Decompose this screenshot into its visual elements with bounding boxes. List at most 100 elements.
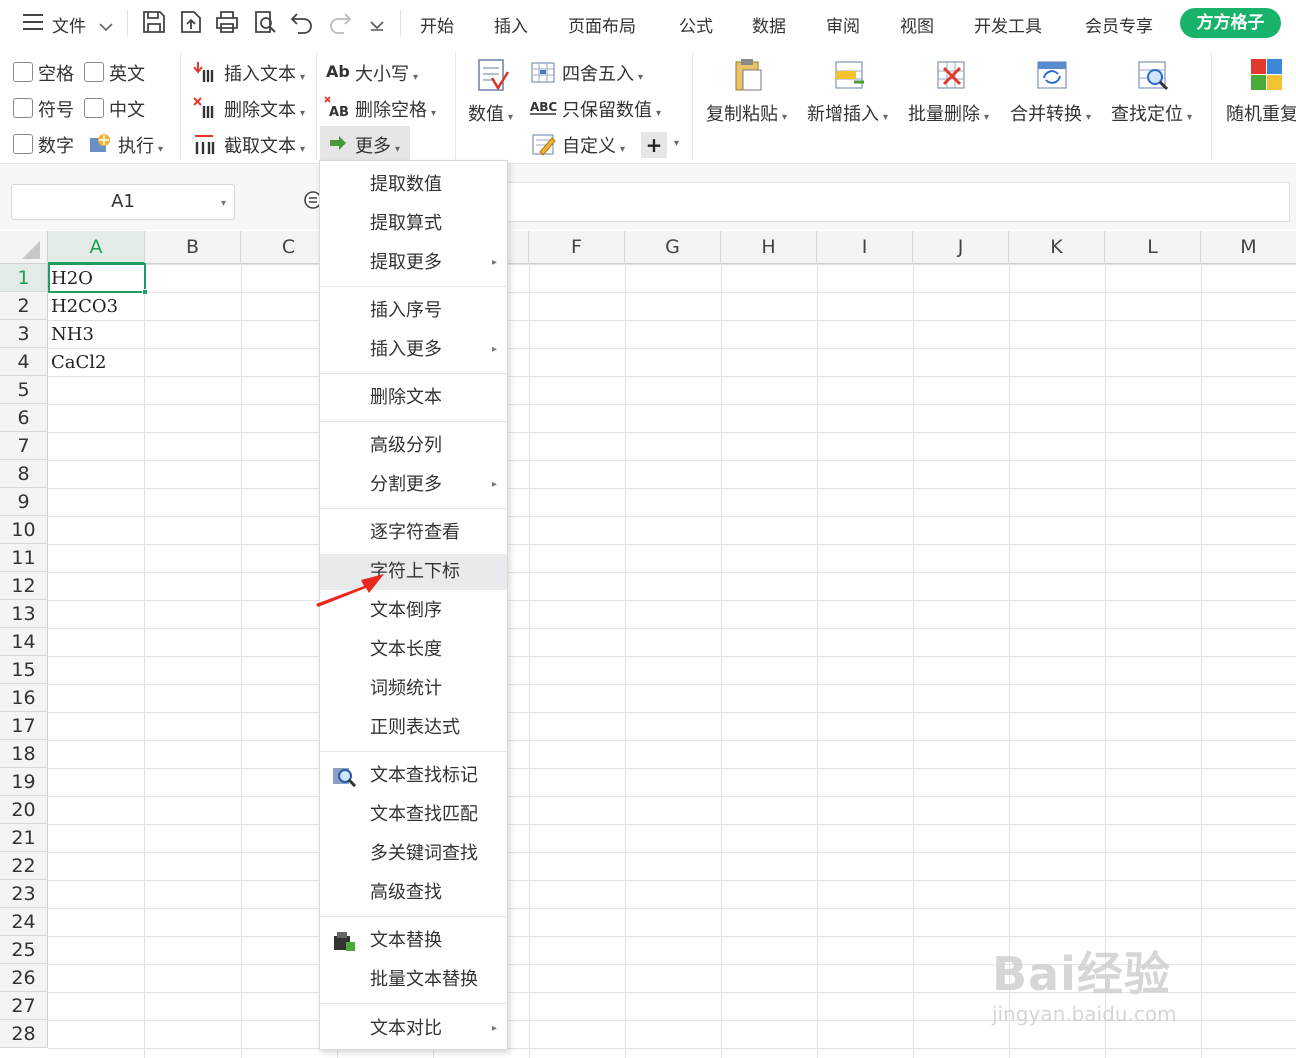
tab-page-layout[interactable]: 页面布局 [568,12,636,37]
name-box[interactable]: A1 [11,184,235,220]
tab-insert[interactable]: 插入 [494,12,528,37]
column-header-m[interactable]: M [1201,231,1296,264]
row-header-19[interactable]: 19 [0,768,48,796]
row-header-12[interactable]: 12 [0,572,48,600]
row-header-10[interactable]: 10 [0,516,48,544]
row-header-2[interactable]: 2 [0,292,48,320]
select-all-corner[interactable] [0,231,48,264]
column-header-h[interactable]: H [721,231,817,264]
checkbox-symbol[interactable] [13,98,33,118]
extract-text-button[interactable]: 截取文本 ▾ [224,132,305,158]
row-header-6[interactable]: 6 [0,404,48,432]
checkbox-english[interactable] [84,62,104,82]
tab-formulas[interactable]: 公式 [679,12,713,37]
menu-item-batch-text-replace[interactable]: 批量文本替换 [320,962,507,998]
name-box-dropdown-icon[interactable]: ▾ [221,198,226,209]
add-dropdown-icon[interactable]: ▾ [674,138,679,149]
row-header-24[interactable]: 24 [0,908,48,936]
row-header-18[interactable]: 18 [0,740,48,768]
quick-access-dropdown-icon[interactable] [369,17,385,37]
delete-text-button[interactable]: 删除文本 ▾ [224,96,305,122]
row-header-22[interactable]: 22 [0,852,48,880]
number-button[interactable]: 数值 ▾ [468,100,513,126]
tab-member[interactable]: 会员专享 [1085,12,1153,37]
row-header-14[interactable]: 14 [0,628,48,656]
custom-button[interactable]: 自定义 ▾ [562,132,625,158]
row-header-15[interactable]: 15 [0,656,48,684]
row-header-17[interactable]: 17 [0,712,48,740]
row-header-4[interactable]: 4 [0,348,48,376]
column-header-i[interactable]: I [817,231,913,264]
cell-a2[interactable]: H2CO3 [48,293,144,321]
column-header-g[interactable]: G [625,231,721,264]
tab-developer[interactable]: 开发工具 [974,12,1042,37]
export-icon[interactable] [178,9,204,35]
new-insert-button[interactable]: 新增插入 ▾ [807,100,888,126]
save-icon[interactable] [141,9,167,35]
checkbox-space[interactable] [13,62,33,82]
row-header-1[interactable]: 1 [0,264,48,292]
keep-number-button[interactable]: 只保留数值 ▾ [562,96,661,122]
column-header-k[interactable]: K [1009,231,1105,264]
column-header-a[interactable]: A [48,231,145,264]
menu-item-extract-number[interactable]: 提取数值 [320,167,507,203]
delete-space-button[interactable]: 删除空格 ▾ [355,96,436,122]
menu-item-text-find-mark[interactable]: 文本查找标记 [320,758,507,794]
menu-item-delete-text[interactable]: 删除文本 [320,380,507,416]
chevron-down-icon[interactable] [98,17,114,37]
case-button[interactable]: 大小写 ▾ [355,60,418,86]
redo-icon[interactable] [327,9,353,35]
tab-data[interactable]: 数据 [752,12,786,37]
menu-item-multi-keyword-find[interactable]: 多关键词查找 [320,836,507,872]
checkbox-number[interactable] [13,134,33,154]
random-repeat-button[interactable]: 随机重复 [1226,100,1296,126]
column-header-b[interactable]: B [145,231,241,264]
row-header-3[interactable]: 3 [0,320,48,348]
print-icon[interactable] [214,9,240,35]
execute-icon[interactable] [88,132,112,161]
menu-item-text-length[interactable]: 文本长度 [320,632,507,668]
tab-fangfanggezi[interactable]: 方方格子 [1180,8,1281,38]
cell-a1[interactable]: H2O [48,265,144,293]
execute-button[interactable]: 执行 ▾ [118,132,163,158]
row-header-11[interactable]: 11 [0,544,48,572]
find-locate-button[interactable]: 查找定位 ▾ [1111,100,1192,126]
round-button[interactable]: 四舍五入 ▾ [562,60,643,86]
hamburger-menu-icon[interactable] [22,13,44,31]
file-menu[interactable]: 文件 [52,12,86,37]
menu-item-regex[interactable]: 正则表达式 [320,710,507,746]
row-header-13[interactable]: 13 [0,600,48,628]
tab-home[interactable]: 开始 [420,12,454,37]
menu-item-insert-more[interactable]: 插入更多 ▸ [320,332,507,368]
checkbox-chinese[interactable] [84,98,104,118]
more-button[interactable]: 更多 ▾ [355,132,400,158]
row-header-9[interactable]: 9 [0,488,48,516]
column-header-l[interactable]: L [1105,231,1201,264]
cell-a3[interactable]: NH3 [48,321,144,349]
row-header-7[interactable]: 7 [0,432,48,460]
row-header-21[interactable]: 21 [0,824,48,852]
menu-item-advanced-find[interactable]: 高级查找 [320,875,507,911]
undo-icon[interactable] [289,9,315,35]
row-header-27[interactable]: 27 [0,992,48,1020]
tab-view[interactable]: 视图 [900,12,934,37]
row-header-23[interactable]: 23 [0,880,48,908]
row-header-5[interactable]: 5 [0,376,48,404]
print-preview-icon[interactable] [252,9,278,35]
menu-item-split-more[interactable]: 分割更多 ▸ [320,467,507,503]
row-header-26[interactable]: 26 [0,964,48,992]
menu-item-text-compare[interactable]: 文本对比 ▸ [320,1011,507,1047]
row-header-8[interactable]: 8 [0,460,48,488]
insert-text-button[interactable]: 插入文本 ▾ [224,60,305,86]
menu-item-insert-serial[interactable]: 插入序号 [320,293,507,329]
column-header-f[interactable]: F [529,231,625,264]
batch-delete-button[interactable]: 批量删除 ▾ [908,100,989,126]
row-header-16[interactable]: 16 [0,684,48,712]
menu-item-text-find-match[interactable]: 文本查找匹配 [320,797,507,833]
menu-item-extract-formula[interactable]: 提取算式 [320,206,507,242]
row-header-20[interactable]: 20 [0,796,48,824]
copy-paste-button[interactable]: 复制粘贴 ▾ [706,100,787,126]
row-header-28[interactable]: 28 [0,1020,48,1048]
menu-item-word-frequency[interactable]: 词频统计 [320,671,507,707]
menu-item-extract-more[interactable]: 提取更多 ▸ [320,245,507,281]
